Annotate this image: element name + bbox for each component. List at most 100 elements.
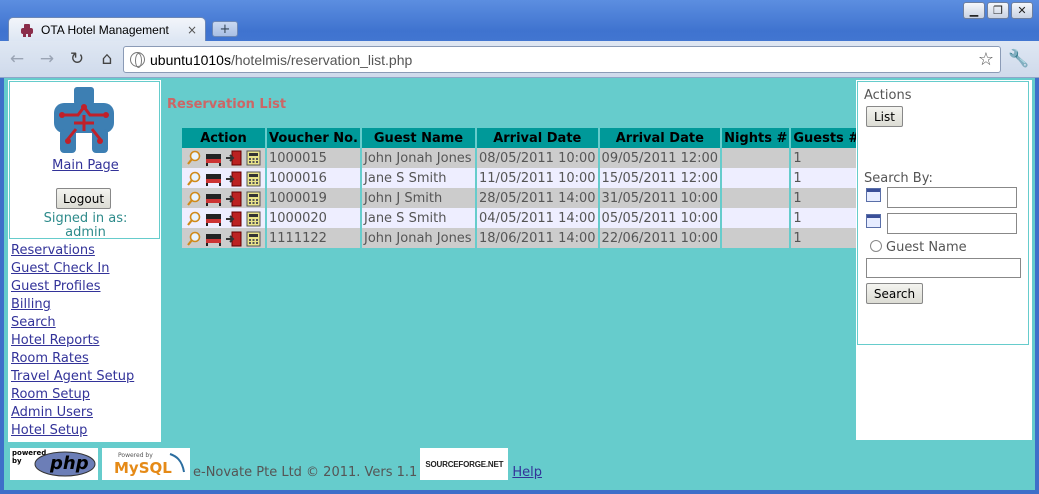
billing-register-icon[interactable] <box>244 171 263 187</box>
tab-close-icon[interactable]: × <box>187 23 197 37</box>
minimize-button[interactable]: ▁ <box>963 2 985 19</box>
reload-icon[interactable]: ↻ <box>64 46 90 72</box>
calendar-icon[interactable] <box>866 214 881 228</box>
sidebar-item-hotel-reports[interactable]: Hotel Reports <box>11 332 134 350</box>
bed-icon[interactable] <box>204 231 223 247</box>
bed-icon[interactable] <box>204 211 223 227</box>
actions-box: Actions List Search By: Guest Name Searc… <box>857 81 1029 345</box>
sidebar-item-reservations[interactable]: Reservations <box>11 242 134 260</box>
sidebar-item-room-setup[interactable]: Room Setup <box>11 386 134 404</box>
bed-icon[interactable] <box>204 171 223 187</box>
close-window-button[interactable]: ✕ <box>1011 2 1033 19</box>
view-magnifier-icon[interactable] <box>184 171 203 187</box>
actions-panel: Actions List Search By: Guest Name Searc… <box>856 80 1032 440</box>
browser-tab[interactable]: OTA Hotel Management × <box>8 17 206 41</box>
guests-cell: 1 <box>791 188 862 208</box>
guest-name-cell: John Jonah Jones <box>362 148 476 168</box>
bed-icon[interactable] <box>204 150 223 166</box>
home-icon[interactable]: ⌂ <box>94 46 120 72</box>
departure-date-cell: 05/05/2011 10:00 <box>599 208 721 228</box>
column-header-voucher: Voucher No. <box>267 128 361 148</box>
billing-register-icon[interactable] <box>244 211 263 227</box>
billing-register-icon[interactable] <box>244 191 263 207</box>
powered-by-php-badge: powered by php <box>10 448 98 480</box>
nights-cell <box>722 188 790 208</box>
voucher-cell: 1000020 <box>267 208 361 228</box>
guests-cell: 1 <box>791 228 862 248</box>
row-actions <box>184 231 263 247</box>
check-in-door-icon[interactable] <box>224 171 243 187</box>
view-magnifier-icon[interactable] <box>184 231 203 247</box>
sidebar-item-admin-users[interactable]: Admin Users <box>11 404 134 422</box>
voucher-cell: 1000015 <box>267 148 361 168</box>
sourceforge-badge: SOURCEFORGE.NET <box>420 448 509 480</box>
search-by-label: Search By: <box>864 171 933 186</box>
mysql-badge-name: MySQL <box>114 459 172 477</box>
table-row: 1000015 John Jonah Jones 08/05/2011 10:0… <box>182 148 862 168</box>
address-bar[interactable]: ubuntu1010s/hotelmis/reservation_list.ph… <box>123 46 1001 73</box>
check-in-door-icon[interactable] <box>224 191 243 207</box>
search-button[interactable]: Search <box>866 283 923 304</box>
arrival-date-cell: 28/05/2011 14:00 <box>477 188 598 208</box>
sidebar-item-guest-check-in[interactable]: Guest Check In <box>11 260 134 278</box>
list-button[interactable]: List <box>866 106 903 127</box>
signed-in-info: Signed in as: admin <box>10 212 161 240</box>
billing-register-icon[interactable] <box>244 231 263 247</box>
footer: powered by php Powered by MySQL e-Novate… <box>10 446 542 480</box>
sidebar-item-hotel-setup[interactable]: Hotel Setup <box>11 422 134 440</box>
check-in-door-icon[interactable] <box>224 150 243 166</box>
action-cell <box>182 188 265 208</box>
browser-toolbar: ← → ↻ ⌂ ubuntu1010s/hotelmis/reservation… <box>0 41 1039 78</box>
url-path: /hotelmis/reservation_list.php <box>230 51 413 68</box>
search-date-from-field[interactable] <box>887 187 1017 208</box>
logo-box: Main Page Logout Signed in as: admin <box>9 81 161 240</box>
departure-date-cell: 31/05/2011 10:00 <box>599 188 721 208</box>
guests-cell: 1 <box>791 208 862 228</box>
table-row: 1000019 John J Smith 28/05/2011 14:00 31… <box>182 188 862 208</box>
nights-cell <box>722 228 790 248</box>
departure-date-cell: 15/05/2011 12:00 <box>599 168 721 188</box>
maximize-button[interactable]: ❐ <box>987 2 1009 19</box>
guest-name-radio[interactable] <box>870 240 882 252</box>
new-tab-button[interactable]: + <box>212 21 238 37</box>
wrench-menu-icon[interactable]: 🔧 <box>1008 49 1029 69</box>
main-page-link[interactable]: Main Page <box>10 158 161 173</box>
globe-icon <box>130 52 145 68</box>
back-arrow-icon[interactable]: ← <box>4 46 30 72</box>
sidebar-item-guest-profiles[interactable]: Guest Profiles <box>11 278 134 296</box>
voucher-cell: 1000016 <box>267 168 361 188</box>
row-actions <box>184 171 263 187</box>
sidebar-item-travel-agent-setup[interactable]: Travel Agent Setup <box>11 368 134 386</box>
arrival-date-cell: 18/06/2011 14:00 <box>477 228 598 248</box>
column-header-departure-date: Arrival Date <box>599 128 721 148</box>
mysql-badge-caption: Powered by <box>118 452 153 459</box>
view-magnifier-icon[interactable] <box>184 211 203 227</box>
billing-register-icon[interactable] <box>244 150 263 166</box>
row-actions <box>184 191 263 207</box>
nights-cell <box>722 168 790 188</box>
tab-title: OTA Hotel Management <box>41 22 169 37</box>
search-date-to-field[interactable] <box>887 213 1017 234</box>
logout-button[interactable]: Logout <box>56 188 111 209</box>
forward-arrow-icon[interactable]: → <box>34 46 60 72</box>
reservation-table: Action Voucher No. Guest Name Arrival Da… <box>180 128 863 248</box>
check-in-door-icon[interactable] <box>224 231 243 247</box>
sidebar-item-room-rates[interactable]: Room Rates <box>11 350 134 368</box>
nights-cell <box>722 148 790 168</box>
view-magnifier-icon[interactable] <box>184 191 203 207</box>
bookmark-star-icon[interactable]: ☆ <box>978 49 994 70</box>
action-cell <box>182 148 265 168</box>
view-magnifier-icon[interactable] <box>184 150 203 166</box>
sidebar-item-search[interactable]: Search <box>11 314 134 332</box>
sidebar-item-billing[interactable]: Billing <box>11 296 134 314</box>
guest-name-cell: John J Smith <box>362 188 476 208</box>
departure-date-cell: 22/06/2011 10:00 <box>599 228 721 248</box>
voucher-cell: 1000019 <box>267 188 361 208</box>
calendar-icon[interactable] <box>866 188 881 202</box>
guest-name-input[interactable] <box>866 258 1021 278</box>
help-link[interactable]: Help <box>512 465 542 480</box>
column-header-guest-name: Guest Name <box>362 128 476 148</box>
guest-name-cell: Jane S Smith <box>362 168 476 188</box>
check-in-door-icon[interactable] <box>224 211 243 227</box>
bed-icon[interactable] <box>204 191 223 207</box>
